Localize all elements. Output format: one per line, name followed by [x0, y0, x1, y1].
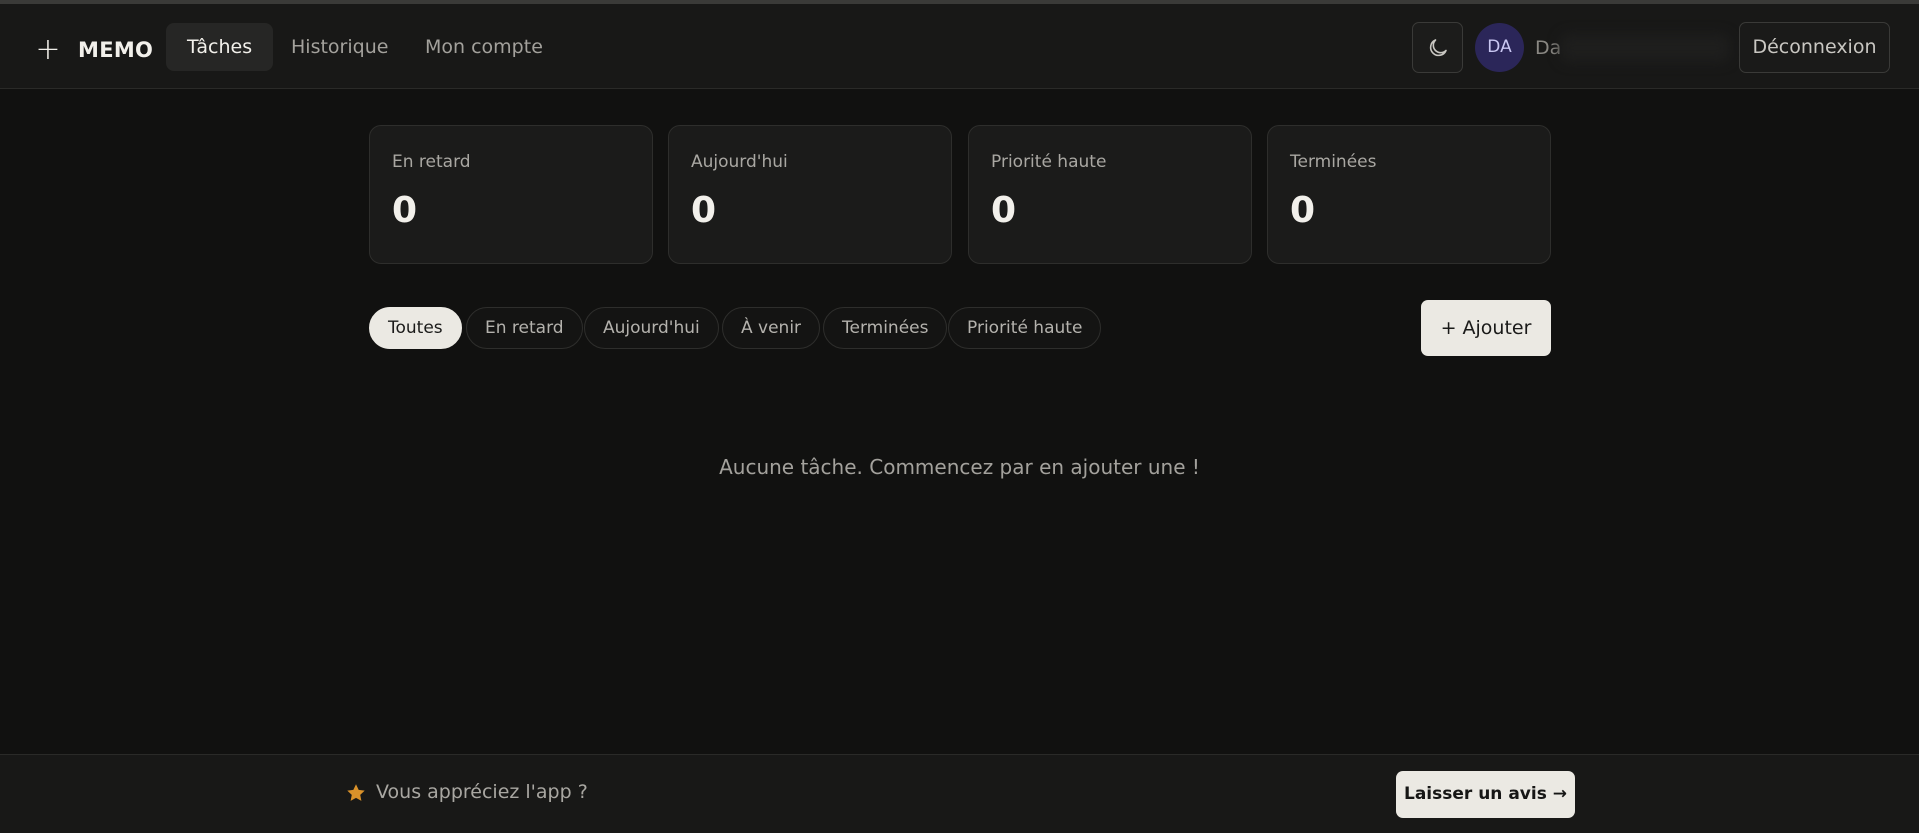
plus-logo-icon[interactable]: +	[30, 32, 66, 68]
filter-chip-toutes[interactable]: Toutes	[369, 307, 462, 349]
stat-value: 0	[691, 190, 717, 231]
stat-card-en-retard: En retard 0	[369, 125, 653, 264]
filter-chip-aujourdhui[interactable]: Aujourd'hui	[584, 307, 719, 349]
filter-chip-en-retard[interactable]: En retard	[466, 307, 583, 349]
stat-label: Terminées	[1290, 152, 1377, 172]
top-nav-bar: + MEMO Tâches Historique Mon compte DA D…	[0, 4, 1919, 89]
theme-toggle-button[interactable]	[1412, 22, 1463, 73]
stat-value: 0	[392, 190, 418, 231]
stat-value: 0	[1290, 190, 1316, 231]
empty-state-message: Aucune tâche. Commencez par en ajouter u…	[719, 455, 1200, 479]
add-task-button[interactable]: + Ajouter	[1421, 300, 1551, 356]
nav-tab-taches[interactable]: Tâches	[166, 23, 274, 71]
brand-name[interactable]: MEMO	[78, 32, 153, 68]
stat-card-aujourdhui: Aujourd'hui 0	[668, 125, 952, 264]
filter-chip-priorite-haute[interactable]: Priorité haute	[948, 307, 1102, 349]
nav-tab-mon-compte[interactable]: Mon compte	[404, 23, 564, 71]
moon-icon	[1429, 38, 1447, 56]
stat-card-priorite-haute: Priorité haute 0	[968, 125, 1252, 264]
leave-review-button[interactable]: Laisser un avis →	[1396, 771, 1575, 818]
stat-value: 0	[991, 190, 1017, 231]
stat-label: Aujourd'hui	[691, 152, 788, 172]
stat-label: Priorité haute	[991, 152, 1107, 172]
stat-card-terminees: Terminées 0	[1267, 125, 1551, 264]
avatar[interactable]: DA	[1475, 23, 1524, 72]
nav-tab-historique[interactable]: Historique	[270, 23, 409, 71]
feedback-footer: Vous appréciez l'app ? Laisser un avis →	[0, 754, 1919, 833]
logout-button[interactable]: Déconnexion	[1739, 22, 1890, 73]
stat-label: En retard	[392, 152, 471, 172]
username-redaction	[1560, 34, 1730, 62]
footer-prompt-text: Vous appréciez l'app ?	[376, 781, 588, 803]
filter-chip-a-venir[interactable]: À venir	[722, 307, 821, 349]
filter-chip-terminees[interactable]: Terminées	[823, 307, 948, 349]
star-icon	[347, 784, 365, 801]
